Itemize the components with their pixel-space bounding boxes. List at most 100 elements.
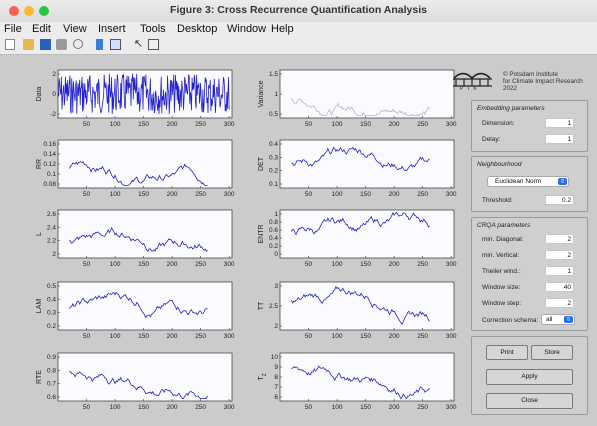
print-icon[interactable]: [56, 39, 67, 50]
save-icon[interactable]: [40, 39, 51, 50]
menu-help[interactable]: Help: [271, 23, 294, 35]
y-tick-label: 1: [274, 211, 278, 218]
menu-insert[interactable]: Insert: [98, 23, 126, 35]
property-inspector-icon[interactable]: [148, 39, 159, 50]
link-plot-icon[interactable]: [96, 39, 103, 50]
copyright-line-1: © Potsdam Institute: [503, 71, 559, 78]
plot-rte-ylabel: RTE: [36, 370, 43, 384]
threshold-label: Threshold:: [482, 197, 513, 204]
y-tick-label: 0.2: [269, 243, 278, 250]
window-step-field[interactable]: 2: [545, 298, 574, 308]
plot-t2-svg: 50 100 150 200 250 300 10 9 8 7 6 T2: [258, 352, 457, 411]
plot-tt: 50 100 150 200 250 300 3 2.5 2 TT: [258, 281, 457, 340]
plot-entr: 50 100 150 200 250 300 1 0.8 0.6 0.4 0.2 0 ENTR: [258, 209, 457, 268]
x-tick-label: 50: [305, 333, 313, 340]
print-button[interactable]: Print: [486, 345, 528, 360]
plot-variance-ylabel: Variance: [258, 80, 265, 107]
x-tick-label: 150: [138, 191, 149, 198]
x-tick-label: 200: [167, 333, 178, 340]
store-button[interactable]: Store: [531, 345, 573, 360]
x-tick-label: 200: [167, 261, 178, 268]
chevron-up-down-icon: ⇳: [564, 316, 573, 323]
menu-desktop[interactable]: Desktop: [177, 23, 217, 35]
x-tick-label: 250: [417, 404, 428, 411]
plot-variance-svg: 50 100 150 200 250 300 1.5 1 0.5 Variance: [258, 69, 457, 128]
plot-t2-ylabel-sub: 2: [262, 373, 268, 376]
x-tick-label: 250: [195, 333, 206, 340]
menu-window[interactable]: Window: [227, 23, 266, 35]
y-tick-label: 0.8: [47, 367, 56, 374]
y-tick-label: 2.2: [47, 238, 56, 245]
correction-schema-select[interactable]: all ⇳: [541, 314, 575, 325]
menu-view[interactable]: View: [63, 23, 87, 35]
correction-schema-label: Correction schema:: [482, 317, 539, 324]
plot-tt-svg: 50 100 150 200 250 300 3 2.5 2 TT: [258, 281, 457, 340]
x-tick-label: 100: [332, 191, 343, 198]
dimension-field[interactable]: 1: [545, 118, 574, 128]
plot-rr-svg: 50 100 150 200 250 300 0.16 0.14 0.12 0.1 0.08 RR: [36, 139, 235, 198]
norm-select-value: Euclidean Norm: [495, 178, 542, 185]
threshold-field[interactable]: 0.2: [545, 195, 574, 205]
open-file-icon[interactable]: [23, 39, 34, 50]
menu-tools[interactable]: Tools: [140, 23, 166, 35]
copyright-line-2: for Climate Impact Research: [503, 78, 583, 85]
apply-button[interactable]: Apply: [486, 369, 573, 385]
x-tick-label: 150: [138, 333, 149, 340]
delay-field[interactable]: 1: [545, 134, 574, 144]
menu-file[interactable]: File: [4, 23, 22, 35]
x-tick-label: 100: [110, 191, 121, 198]
y-tick-label: 0.6: [269, 227, 278, 234]
min-vertical-field[interactable]: 2: [545, 250, 574, 260]
x-tick-label: 250: [195, 404, 206, 411]
window-title: Figure 3: Cross Recurrence Quantificatio…: [170, 4, 427, 16]
y-tick-label: 10: [271, 354, 279, 361]
delay-label: Delay:: [482, 136, 501, 143]
crqa-panel: CRQA parameters min. Diagonal: 2 min. Ve…: [471, 217, 588, 331]
x-tick-label: 50: [305, 191, 313, 198]
x-tick-label: 50: [305, 121, 313, 128]
plot-l-svg: 50 100 150 200 250 300 2.6 2.4 2.2 2 L: [36, 209, 235, 268]
y-tick-label: 2.6: [47, 211, 56, 218]
x-tick-label: 50: [83, 404, 91, 411]
x-tick-label: 100: [110, 333, 121, 340]
y-tick-label: 0.2: [47, 323, 56, 330]
y-tick-label: 7: [274, 384, 278, 391]
window-step-label: Window step:: [482, 300, 522, 307]
y-tick-label: 0.9: [47, 354, 56, 361]
x-tick-label: 300: [446, 121, 457, 128]
pik-logo: P I K: [452, 68, 494, 92]
x-tick-label: 200: [389, 333, 400, 340]
plot-data-svg: 50 100 150 200 250 300 2 0 -2 Data: [36, 69, 235, 128]
y-tick-label: 2: [52, 71, 56, 78]
close-button[interactable]: Close: [486, 393, 573, 409]
y-tick-label: 0.3: [269, 154, 278, 161]
x-tick-label: 250: [417, 121, 428, 128]
x-tick-label: 200: [389, 261, 400, 268]
plot-rte-svg: 50 100 150 200 250 300 0.9 0.8 0.7 0.6 RTE: [36, 352, 235, 411]
edit-plot-pointer-icon[interactable]: ↖: [133, 39, 144, 50]
y-tick-label: 1: [274, 91, 278, 98]
y-tick-label: 0.5: [269, 111, 278, 118]
y-tick-label: 0.7: [47, 381, 56, 388]
print-preview-icon[interactable]: [73, 39, 83, 49]
menu-edit[interactable]: Edit: [32, 23, 51, 35]
window-size-field[interactable]: 40: [545, 282, 574, 292]
theiler-window-field[interactable]: 1: [545, 266, 574, 276]
plot-variance: 50 100 150 200 250 300 1.5 1 0.5 Variance: [258, 69, 457, 128]
actions-panel: Print Store Apply Close: [471, 336, 588, 415]
x-tick-label: 200: [389, 191, 400, 198]
plot-rr-ylabel: RR: [36, 159, 43, 169]
norm-select[interactable]: Euclidean Norm ⇳: [487, 176, 569, 187]
x-tick-label: 150: [360, 261, 371, 268]
insert-colorbar-icon[interactable]: [110, 39, 121, 50]
new-figure-icon[interactable]: [5, 39, 15, 50]
y-tick-label: 1.5: [269, 71, 278, 78]
neighbourhood-panel-title: Neighbourhood: [477, 161, 522, 168]
min-diagonal-label: min. Diagonal:: [482, 236, 524, 243]
copyright-text: © Potsdam Institute for Climate Impact R…: [503, 71, 583, 92]
x-tick-label: 100: [110, 121, 121, 128]
plot-data: 50 100 150 200 250 300 2 0 -2 Data: [36, 69, 235, 128]
min-diagonal-field[interactable]: 2: [545, 234, 574, 244]
x-tick-label: 300: [224, 121, 235, 128]
y-tick-label: 2: [52, 251, 56, 258]
